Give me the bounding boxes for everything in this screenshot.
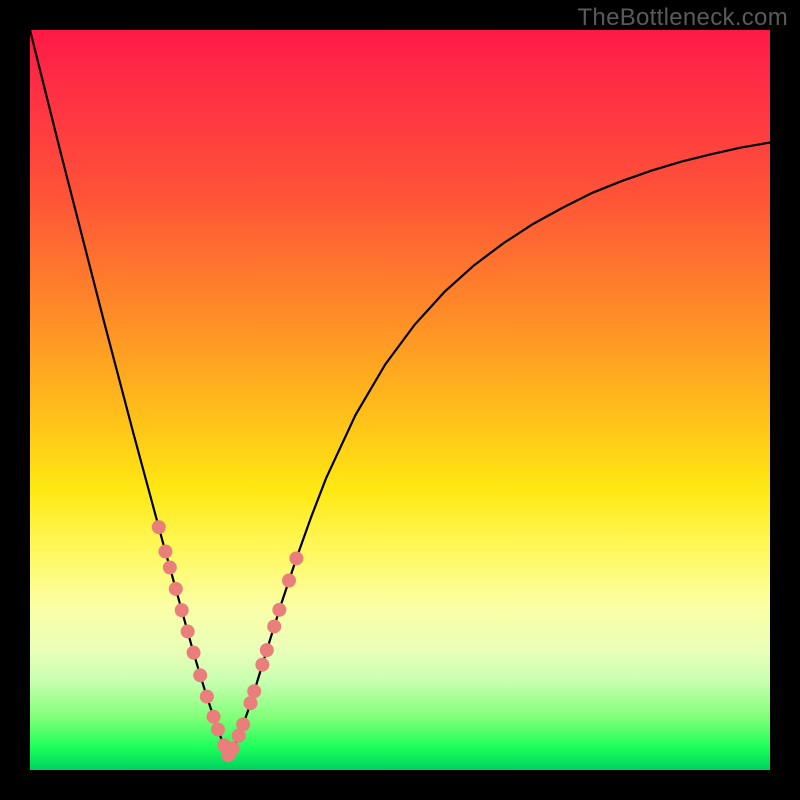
- highlight-dot: [175, 603, 189, 617]
- chart-svg: [30, 30, 770, 770]
- highlight-dot: [181, 624, 195, 638]
- highlight-dot: [244, 696, 258, 710]
- highlight-dot: [200, 690, 214, 704]
- highlight-dot: [282, 574, 296, 588]
- highlight-dot: [272, 603, 286, 617]
- chart-plot-area: [30, 30, 770, 770]
- watermark-text: TheBottleneck.com: [577, 4, 788, 32]
- highlight-dot: [289, 551, 303, 565]
- bottleneck-curve: [30, 30, 770, 755]
- highlight-dot: [247, 684, 261, 698]
- highlight-dot: [236, 717, 250, 731]
- highlight-dot: [255, 658, 269, 672]
- highlight-dot: [260, 643, 274, 657]
- highlight-dot: [267, 619, 281, 633]
- highlight-dot: [152, 520, 166, 534]
- highlight-dot: [187, 646, 201, 660]
- highlight-dot: [226, 742, 240, 756]
- highlight-dot: [211, 722, 225, 736]
- highlight-dot: [169, 582, 183, 596]
- highlight-dot: [193, 668, 207, 682]
- curve-highlight-dots: [152, 520, 304, 762]
- highlight-dot: [207, 710, 221, 724]
- highlight-dot: [158, 545, 172, 559]
- highlight-dot: [163, 561, 177, 575]
